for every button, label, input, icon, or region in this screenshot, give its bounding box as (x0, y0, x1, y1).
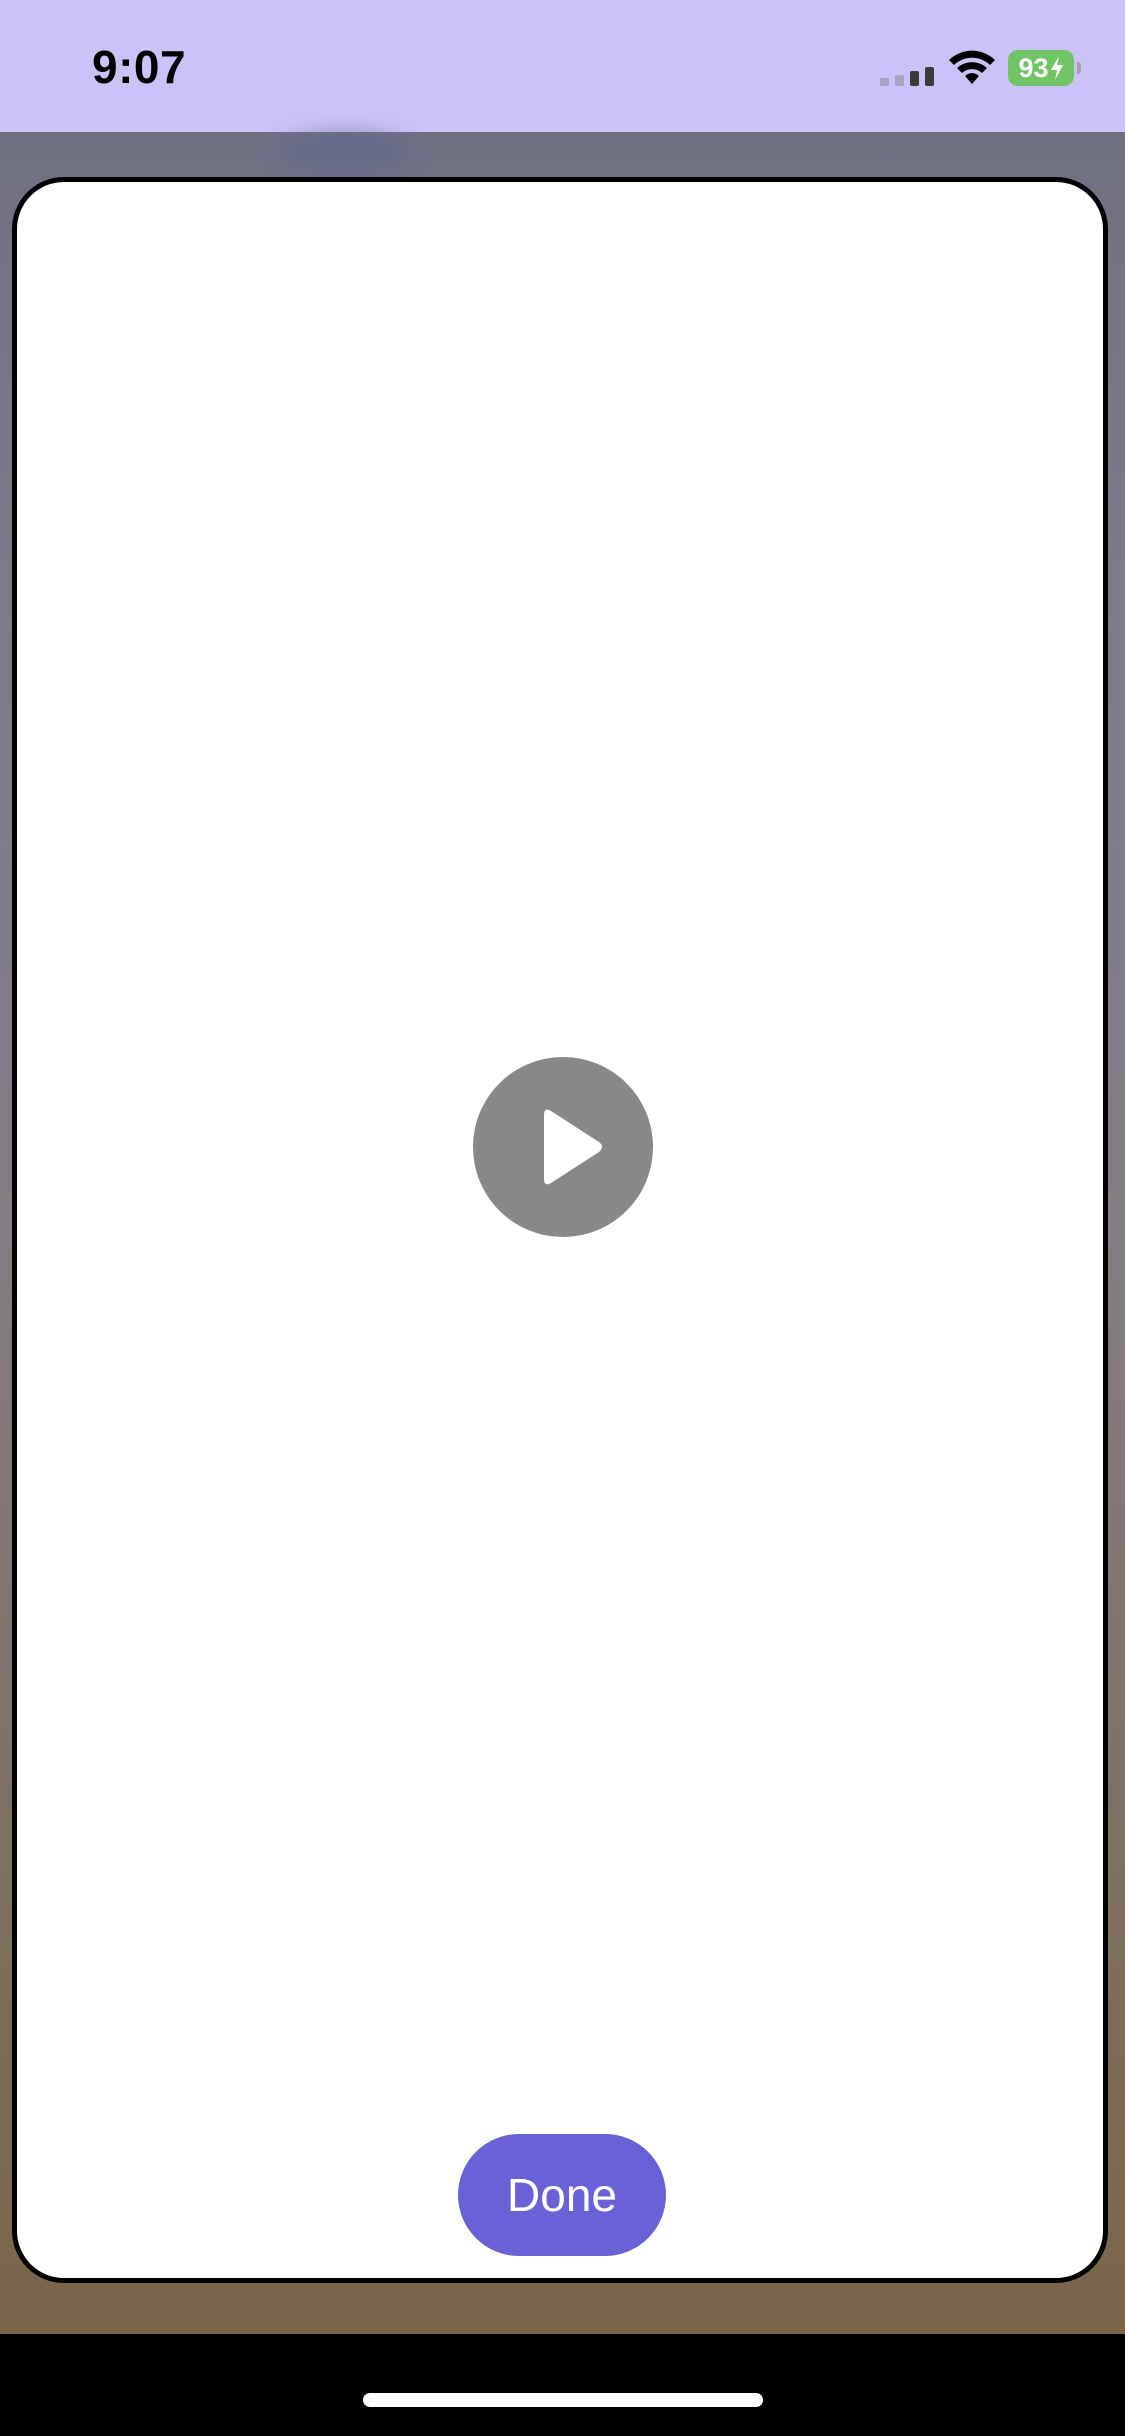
status-time: 9:07 (92, 41, 187, 93)
home-indicator[interactable] (363, 2393, 763, 2407)
done-button[interactable]: Done (458, 2134, 666, 2256)
battery-charging-icon: 93 (1008, 50, 1082, 86)
cellular-signal-icon (880, 67, 934, 86)
background-blur-shape (280, 132, 410, 172)
charging-bolt-icon (1050, 56, 1063, 80)
status-bar: 9:07 93 (0, 0, 1125, 132)
battery-cap (1077, 62, 1081, 74)
battery-level-indicator: 93 (1008, 50, 1074, 86)
home-bar-area (0, 2334, 1125, 2436)
play-icon (544, 1109, 602, 1185)
battery-level: 93 (1018, 52, 1049, 83)
wifi-icon (949, 50, 995, 84)
play-button[interactable] (473, 1057, 653, 1237)
